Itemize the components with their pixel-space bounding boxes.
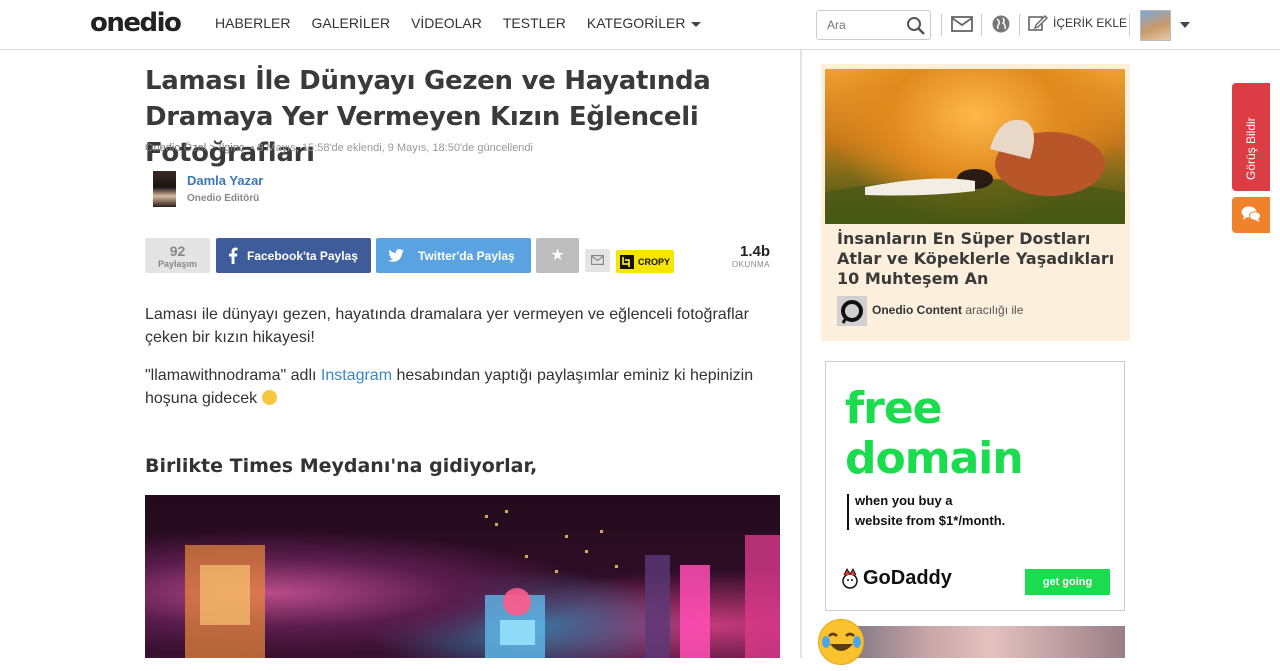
mail-icon[interactable] <box>951 14 973 34</box>
ad-subtext: when you buy a website from $1*/month. <box>855 491 1005 531</box>
search-input[interactable] <box>817 11 897 39</box>
promo-title[interactable]: İnsanların En Süper Dostları Atlar ve Kö… <box>837 229 1122 289</box>
facebook-icon <box>229 247 238 264</box>
onedio-o-icon <box>841 300 863 324</box>
search-box <box>816 10 931 40</box>
nav-videolar[interactable]: VİDEOLAR <box>411 15 482 31</box>
view-count-value: 1.4b <box>739 243 770 260</box>
twitter-share-label: Twitter'da Paylaş <box>418 248 515 263</box>
onedio-logo[interactable]: onedio <box>90 8 182 38</box>
user-avatar[interactable] <box>1140 10 1171 41</box>
laughing-emoji-icon[interactable] <box>818 619 864 665</box>
nav-galeriler[interactable]: GALERİLER <box>311 15 390 31</box>
cropy-button[interactable]: CROPY <box>616 250 674 273</box>
chat-bubble-icon <box>1241 206 1261 222</box>
add-content-label: İÇERİK EKLE <box>1053 16 1128 30</box>
ad-cta-button[interactable]: get going <box>1025 569 1110 595</box>
author-avatar[interactable] <box>153 171 176 207</box>
article-paragraph: "llamawithnodrama" adlı Instagram hesabı… <box>145 364 780 410</box>
horse-girl-photo <box>825 119 1125 224</box>
top-navbar: onedio HABERLER GALERİLER VİDEOLAR TESTL… <box>0 0 1280 50</box>
times-square-image <box>185 510 780 658</box>
instagram-link[interactable]: Instagram <box>321 367 392 384</box>
nav-haberler[interactable]: HABERLER <box>215 15 290 31</box>
add-content-button[interactable]: İÇERİK EKLE <box>1028 14 1127 32</box>
ad-headline-line2: domain <box>845 433 1024 484</box>
laughing-face <box>822 632 861 651</box>
view-count: 1.4b OKUNMA <box>718 243 770 269</box>
column-divider <box>800 50 802 658</box>
ad-headline: free domain <box>845 383 1024 484</box>
paragraph-text: "llamawithnodrama" adlı <box>145 367 321 384</box>
ad-subtext-line2: website from $1*/month. <box>855 513 1006 528</box>
twitter-share-button[interactable]: Twitter'da Paylaş <box>376 238 531 273</box>
main-nav: HABERLER GALERİLER VİDEOLAR TESTLER KATE… <box>215 15 702 31</box>
godaddy-guy-icon <box>842 567 858 589</box>
divider <box>1019 14 1020 36</box>
godaddy-logo: GoDaddy <box>840 566 952 590</box>
nav-kategoriler[interactable]: KATEGORİLER <box>587 15 702 31</box>
section-heading: Birlikte Times Meydanı'na gidiyorlar, <box>145 455 538 477</box>
share-count-value: 92 <box>169 243 186 259</box>
feedback-button[interactable]: Görüş Bildir <box>1232 83 1270 191</box>
promo-source-name[interactable]: Onedio Content <box>872 303 962 317</box>
article-dates: • 9 Mayıs, 15:58'de eklendi, 9 Mayıs, 18… <box>250 142 533 154</box>
kissing-emoji-icon <box>261 390 277 405</box>
chevron-down-icon <box>691 21 702 27</box>
author-name[interactable]: Damla Yazar <box>187 173 263 188</box>
article-photo[interactable] <box>145 495 780 658</box>
related-image[interactable] <box>825 626 1125 658</box>
divider <box>981 14 982 36</box>
article-intro-paragraph: Laması ile dünyayı gezen, hayatında dram… <box>145 306 749 346</box>
edit-icon <box>1028 15 1048 31</box>
facebook-share-button[interactable]: Facebook'ta Paylaş <box>216 238 371 273</box>
view-count-label: OKUNMA <box>731 260 770 269</box>
globe-icon[interactable] <box>991 14 1011 34</box>
divider <box>941 14 942 36</box>
email-share-button[interactable] <box>585 249 610 272</box>
article-title: Laması İle Dünyayı Gezen ve Hayatında Dr… <box>145 66 711 168</box>
ad-brand-name: GoDaddy <box>863 566 952 589</box>
chat-button[interactable] <box>1232 197 1270 233</box>
ad-headline-line1: free <box>845 383 943 434</box>
ad-accent-bar <box>847 494 849 530</box>
star-icon: ★ <box>550 247 565 264</box>
promo-image[interactable] <box>825 69 1125 224</box>
author-role: Onedio Editörü <box>187 193 260 204</box>
nav-kategoriler-label: KATEGORİLER <box>586 15 686 31</box>
promo-source: Onedio Content aracılığı ile <box>872 303 1023 317</box>
mail-icon <box>591 255 605 266</box>
search-icon[interactable] <box>906 16 926 36</box>
share-count-label: Paylaşım <box>157 259 198 269</box>
crop-icon <box>620 254 634 269</box>
promo-source-suffix: aracılığı ile <box>965 303 1024 317</box>
nav-testler[interactable]: TESTLER <box>503 15 566 31</box>
feedback-label: Görüş Bildir <box>1244 117 1258 180</box>
ad-subtext-line1: when you buy a <box>855 493 953 508</box>
facebook-share-label: Facebook'ta Paylaş <box>247 248 358 263</box>
onedio-content-logo <box>837 296 867 326</box>
cropy-label: CROPY <box>638 256 671 267</box>
chevron-down-icon[interactable] <box>1180 22 1190 28</box>
twitter-icon <box>388 249 404 262</box>
breadcrumb[interactable]: Onedio Özel > İlginç <box>145 142 244 154</box>
divider <box>1129 14 1130 36</box>
favorite-button[interactable]: ★ <box>536 238 579 273</box>
article-meta: Onedio Özel > İlginç • 9 Mayıs, 15:58'de … <box>145 142 533 154</box>
share-count: 92 Paylaşım <box>145 238 210 273</box>
